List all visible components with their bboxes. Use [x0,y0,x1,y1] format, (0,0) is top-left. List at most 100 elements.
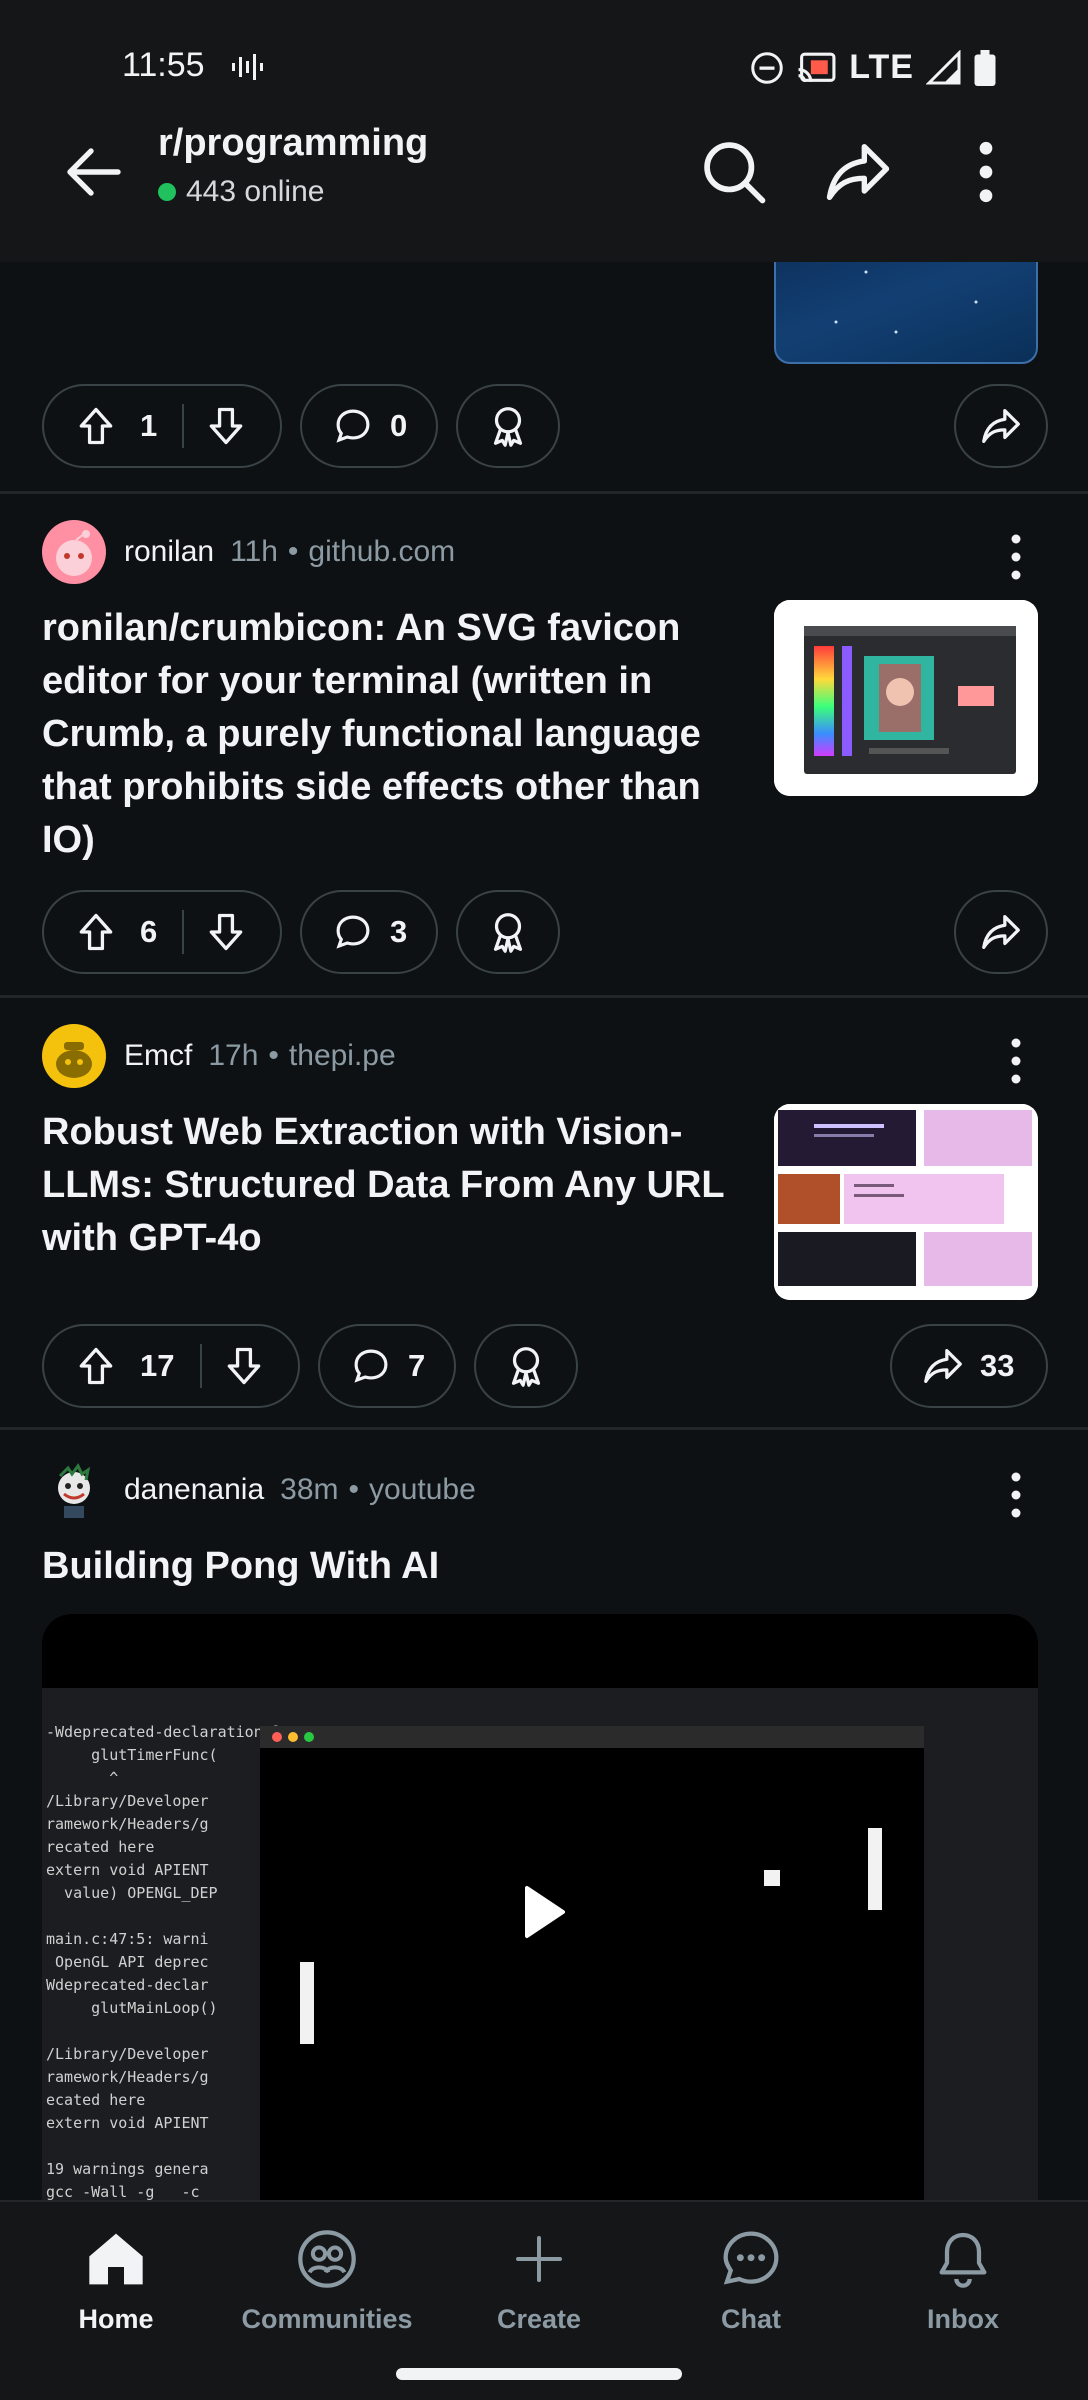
more-options-icon[interactable] [948,134,1024,210]
post-thumbnail[interactable] [774,1104,1038,1300]
app-header: 11:55 LTE r/programming 443 online [0,0,1088,262]
post-card[interactable]: ronilan 11h • github.com ronilan/crumbic… [0,494,1088,998]
post-author[interactable]: ronilan [124,535,214,569]
share-icon [982,915,1020,949]
post-options-icon[interactable] [1004,1036,1028,1086]
online-label: 443 online [186,175,325,208]
downvote-icon[interactable] [222,1344,266,1388]
post-options-icon[interactable] [1004,532,1028,582]
nav-create[interactable]: Create [449,2224,629,2335]
meta-separator: • [287,535,299,568]
status-bar: 11:55 LTE [0,40,1088,96]
play-icon [525,1886,565,1938]
signal-icon [926,49,961,84]
nav-label: Chat [721,2304,781,2334]
nav-communities[interactable]: Communities [237,2224,417,2335]
post-card[interactable]: Emcf 17h • thepi.pe Robust Web Extractio… [0,998,1088,1430]
comment-count: 7 [408,1348,426,1383]
post-age: 38m [280,1473,339,1506]
nav-chat[interactable]: Chat [661,2224,841,2335]
avatar[interactable] [42,1458,106,1522]
status-time: 11:55 [122,46,205,84]
comments-button[interactable]: 0 [300,384,438,468]
feed: architecture 1 [0,0,1088,2200]
chat-icon [723,2231,779,2285]
comment-icon [332,911,374,953]
award-icon [511,1347,541,1387]
upvote-icon[interactable] [74,910,118,954]
upvote-count: 6 [140,914,158,949]
plus-icon [516,2236,562,2282]
cast-icon [798,52,836,82]
post-author[interactable]: danenania [124,1473,264,1507]
nav-inbox[interactable]: Inbox [873,2224,1053,2335]
meta-separator: • [348,1473,360,1506]
communities-icon [298,2230,356,2288]
meta-separator: • [268,1039,279,1072]
share-button[interactable] [954,384,1048,468]
network-type: LTE [849,48,914,86]
audio-wave-icon [232,54,263,80]
post-title[interactable]: ronilan/crumbicon: An SVG favicon editor… [42,602,752,867]
post-domain[interactable]: thepi.pe [289,1039,396,1073]
do-not-disturb-icon [751,51,784,84]
post-actions: 6 3 [42,890,1048,974]
upvote-icon[interactable] [74,404,118,448]
downvote-icon[interactable] [204,910,248,954]
downvote-icon[interactable] [204,404,248,448]
upvote-icon[interactable] [74,1344,118,1388]
upvote-count: 17 [140,1348,175,1383]
post-meta: Emcf 17h • thepi.pe [42,1024,396,1088]
vote-pill: 6 [42,890,282,974]
post-meta: danenania 38m • youtube [42,1458,476,1522]
video-player[interactable]: -Wdeprecated-declarations] glutTimerFunc… [42,1614,1038,2200]
post-domain[interactable]: youtube [369,1473,476,1507]
award-button[interactable] [456,890,560,974]
online-count: 443 online [158,175,428,209]
share-icon [924,1349,962,1383]
post-actions: 17 7 33 [42,1324,1048,1408]
award-button[interactable] [474,1324,578,1408]
battery-icon [974,49,996,86]
gesture-bar[interactable] [396,2368,682,2380]
avatar[interactable] [42,520,106,584]
vote-pill: 17 [42,1324,300,1408]
play-button[interactable] [502,1872,582,1952]
bottom-navigation: Home Communities Create Chat Inbox [0,2200,1088,2400]
vote-pill: 1 [42,384,282,468]
comment-count: 3 [390,914,408,949]
post-domain[interactable]: github.com [308,535,455,569]
subreddit-name[interactable]: r/programming [158,122,428,165]
post-title[interactable]: Robust Web Extraction with Vision-LLMs: … [42,1106,742,1265]
award-icon [493,913,523,953]
comment-count: 0 [390,408,408,443]
post-age: 17h [208,1039,259,1072]
post-title[interactable]: Building Pong With AI [42,1540,439,1593]
pong-game [300,1828,882,2044]
post-actions: 1 0 [42,384,1048,468]
avatar[interactable] [42,1024,106,1088]
comment-icon [350,1345,392,1387]
game-window [260,1726,924,2200]
back-arrow-icon[interactable] [58,136,130,208]
nav-label: Home [78,2304,154,2334]
share-icon [982,409,1020,443]
nav-label: Inbox [927,2304,999,2334]
search-icon[interactable] [696,134,772,210]
bell-icon [939,2232,987,2288]
post-age: 11h [230,535,278,568]
share-icon[interactable] [820,134,896,210]
post-meta: ronilan 11h • github.com [42,520,455,584]
nav-home[interactable]: Home [26,2224,206,2335]
post-options-icon[interactable] [1004,1470,1028,1520]
post-thumbnail[interactable] [774,600,1038,796]
award-button[interactable] [456,384,560,468]
share-button[interactable]: 33 [890,1324,1048,1408]
comments-button[interactable]: 3 [300,890,438,974]
post-author[interactable]: Emcf [124,1039,192,1073]
nav-label: Create [496,2304,582,2334]
subreddit-header: r/programming 443 online [0,110,1088,240]
share-button[interactable] [954,890,1048,974]
award-icon [493,407,523,447]
comments-button[interactable]: 7 [318,1324,456,1408]
